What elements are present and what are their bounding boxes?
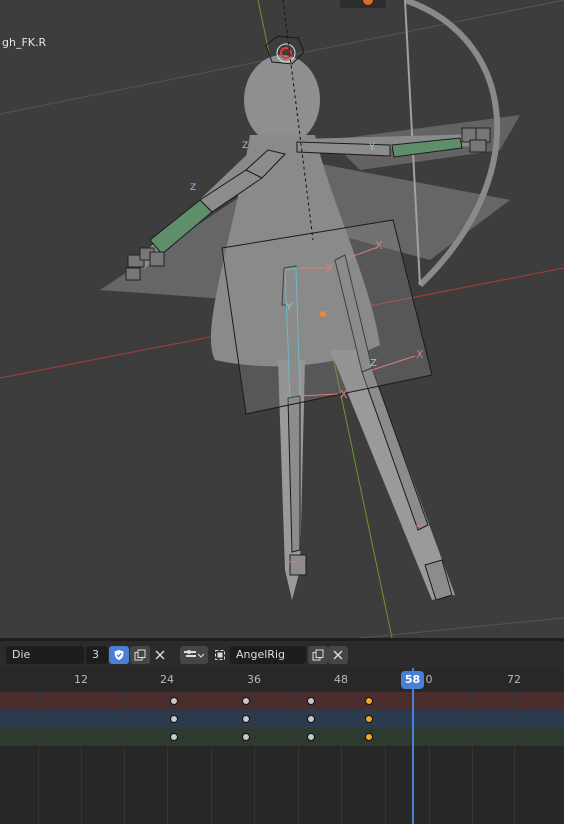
armature-selector[interactable] xyxy=(210,646,230,664)
shield-icon xyxy=(114,650,124,660)
keyframe[interactable] xyxy=(242,715,250,723)
active-bone-name: gh_FK.R xyxy=(2,36,47,49)
user-count-field[interactable]: 3 xyxy=(86,646,108,664)
axis-y-label: Y xyxy=(368,142,376,153)
keying-mode-icon xyxy=(184,650,196,657)
axis-z-label: Z xyxy=(370,358,377,369)
bone-foot-l xyxy=(289,554,307,576)
keyframe[interactable] xyxy=(170,733,178,741)
keyframe[interactable] xyxy=(242,697,250,705)
control-plane xyxy=(221,219,433,415)
gizmo-strip xyxy=(340,0,386,8)
keyframe[interactable] xyxy=(170,715,178,723)
armature-icon xyxy=(215,650,225,660)
dopesheet-channels[interactable] xyxy=(0,692,564,824)
copy-icon xyxy=(312,649,324,661)
fake-user-button[interactable] xyxy=(109,646,129,664)
keyframe[interactable] xyxy=(307,715,315,723)
viewport-scene: X X X X Y Y Z Z Z xyxy=(0,0,564,638)
grid-line xyxy=(429,692,430,824)
frame-label: 0 xyxy=(425,673,433,686)
action-editor-header: Die 3 AngelRig xyxy=(0,641,564,668)
frame-label: 72 xyxy=(507,673,521,686)
current-frame-indicator[interactable]: 58 xyxy=(401,671,424,689)
keying-mode-dropdown[interactable] xyxy=(180,646,208,664)
unlink-armature-button[interactable] xyxy=(328,646,348,664)
axis-z-label: Z xyxy=(190,183,196,193)
axis-x-label: X xyxy=(340,388,348,401)
grid-line xyxy=(359,617,564,638)
frame-ruler[interactable]: 12 24 36 48 0 72 xyxy=(0,668,564,692)
duplicate-armature-button[interactable] xyxy=(308,646,328,664)
grid-line xyxy=(38,692,39,824)
channel-blue[interactable] xyxy=(0,710,564,728)
keyframe-selected[interactable] xyxy=(365,733,373,741)
grid-line xyxy=(472,692,473,824)
grid-line xyxy=(81,692,82,824)
action-name-field[interactable]: Die xyxy=(6,646,84,664)
unlink-action-button[interactable] xyxy=(150,646,170,664)
grid-line xyxy=(124,692,125,824)
keyframe[interactable] xyxy=(170,697,178,705)
3d-viewport[interactable]: X X X X Y Y Z Z Z gh_FK.R xyxy=(0,0,564,638)
keyframe-selected[interactable] xyxy=(365,697,373,705)
object-origin xyxy=(320,311,326,317)
grid-line xyxy=(298,692,299,824)
keyframe[interactable] xyxy=(307,697,315,705)
close-icon xyxy=(155,650,165,660)
axis-x-label: X xyxy=(375,239,383,252)
frame-label: 48 xyxy=(334,673,348,686)
chevron-down-icon xyxy=(197,653,205,658)
keyframe[interactable] xyxy=(242,733,250,741)
copy-icon xyxy=(134,649,146,661)
duplicate-action-button[interactable] xyxy=(130,646,150,664)
grid-line xyxy=(167,692,168,824)
keyframe[interactable] xyxy=(307,733,315,741)
head xyxy=(244,55,320,145)
close-icon xyxy=(333,650,343,660)
keyframe-selected[interactable] xyxy=(365,715,373,723)
armature-name-field[interactable]: AngelRig xyxy=(230,646,306,664)
channel-red[interactable] xyxy=(0,692,564,710)
grid-line xyxy=(341,692,342,824)
grid-line xyxy=(514,692,515,824)
grid-line xyxy=(211,692,212,824)
frame-label: 24 xyxy=(160,673,174,686)
frame-label: 12 xyxy=(74,673,88,686)
axis-x-label: X xyxy=(326,262,334,275)
playhead[interactable] xyxy=(412,668,414,824)
frame-label: 36 xyxy=(247,673,261,686)
axis-y-label: Y xyxy=(285,302,293,313)
channel-green[interactable] xyxy=(0,728,564,746)
grid-line xyxy=(254,692,255,824)
axis-z-label: Z xyxy=(242,141,248,151)
axis-x-label: X xyxy=(416,348,424,361)
grid-line xyxy=(385,692,386,824)
